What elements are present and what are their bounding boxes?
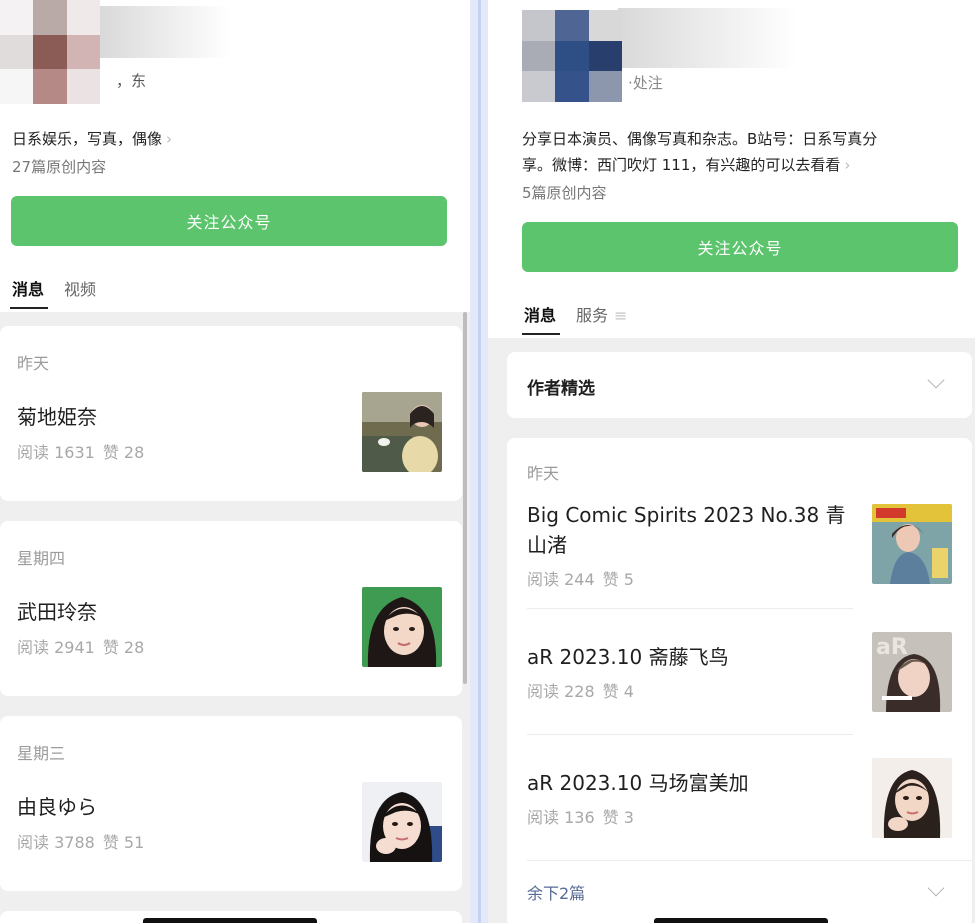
article-title[interactable]: aR 2023.10 马场富美加 [527, 768, 857, 798]
blurred-avatar [0, 0, 100, 104]
follow-status-text: ·处注 [628, 74, 663, 92]
account-bio[interactable]: 分享日本演员、偶像写真和杂志。B站号：日系写真分 享。微博：西门吹灯 111，有… [522, 126, 877, 178]
original-count: 27篇原创内容 [12, 158, 107, 176]
like-count: 赞 28 [102, 443, 145, 462]
article-thumbnail[interactable]: aR [872, 632, 952, 712]
author-picks-title: 作者精选 [527, 379, 595, 399]
magazine-cover: aR [872, 632, 952, 712]
tab-bar: 消息 视频 [9, 276, 96, 309]
thumbnail-photo [362, 392, 442, 472]
article-title[interactable]: 菊地姫奈 [17, 402, 97, 432]
left-account-panel: ，东 日系娱乐，写真，偶像 › 27篇原创内容 关注公众号 消息 视频 昨天 菊地… [0, 0, 470, 923]
original-count: 5篇原创内容 [522, 184, 607, 202]
read-count: 阅读 228 [527, 682, 595, 701]
separator [527, 734, 853, 735]
post-card[interactable]: 昨天 菊地姫奈 阅读 1631 赞 28 [0, 326, 462, 501]
remaining-posts-link[interactable]: 余下2篇 [527, 880, 585, 904]
like-count: 赞 28 [102, 638, 145, 657]
follow-button[interactable]: 关注公众号 [11, 196, 447, 246]
menu-icon: ≡ [614, 306, 628, 325]
blurred-avatar [522, 10, 622, 102]
svg-text:aR: aR [876, 635, 908, 660]
account-bio[interactable]: 日系娱乐，写真，偶像 › [12, 128, 172, 149]
scrollbar[interactable] [463, 312, 467, 684]
tab-services-label: 服务 [576, 306, 609, 325]
chevron-right-icon: › [844, 156, 851, 174]
post-card[interactable]: 星期四 武田玲奈 阅读 2941 赞 28 [0, 521, 462, 696]
day-label: 星期四 [17, 549, 66, 568]
article-stats: 阅读 3788 赞 51 [17, 829, 144, 853]
like-count: 赞 3 [602, 808, 634, 827]
article-thumbnail[interactable] [872, 504, 952, 584]
day-label: 昨天 [17, 354, 50, 373]
chevron-down-icon[interactable] [927, 371, 945, 389]
article-thumbnail[interactable] [872, 758, 952, 838]
like-count: 赞 4 [602, 682, 634, 701]
magazine-cover [872, 504, 952, 584]
thumbnail-photo [872, 758, 952, 838]
region-text: ，东 [116, 72, 147, 90]
article-title[interactable]: 武田玲奈 [17, 597, 97, 627]
separator [527, 608, 853, 609]
article-title[interactable]: aR 2023.10 斋藤飞鸟 [527, 642, 857, 672]
article-thumbnail[interactable] [362, 392, 442, 472]
article-title[interactable]: Big Comic Spirits 2023 No.38 青山渚 [527, 500, 857, 560]
article-stats: 阅读 1631 赞 28 [17, 439, 144, 463]
home-indicator [654, 918, 828, 923]
article-title[interactable]: 由良ゆら [17, 792, 97, 822]
follow-button[interactable]: 关注公众号 [522, 222, 958, 272]
tab-services[interactable]: 服务 ≡ [576, 302, 627, 335]
read-count: 阅读 244 [527, 570, 595, 589]
read-count: 阅读 136 [527, 808, 595, 827]
panel-divider [470, 0, 488, 923]
tab-messages[interactable]: 消息 [9, 276, 49, 309]
thumbnail-photo [362, 587, 442, 667]
read-count: 阅读 3788 [17, 833, 95, 852]
home-indicator [143, 918, 317, 923]
read-count: 阅读 2941 [17, 638, 95, 657]
blurred-account-name [100, 6, 230, 58]
blurred-account-name [618, 8, 798, 68]
article-stats: 阅读 2941 赞 28 [17, 634, 144, 658]
thumbnail-photo [362, 782, 442, 862]
post-list-card: 昨天 Big Comic Spirits 2023 No.38 青山渚 阅读 2… [507, 438, 972, 923]
bio-line: 享。微博：西门吹灯 111，有兴趣的可以去看看 [522, 156, 841, 174]
bio-text: 日系娱乐，写真，偶像 [12, 130, 163, 148]
like-count: 赞 5 [602, 570, 634, 589]
like-count: 赞 51 [102, 833, 145, 852]
day-label: 昨天 [527, 464, 560, 483]
article-stats: 阅读 228 赞 4 [527, 678, 634, 702]
article-thumbnail[interactable] [362, 782, 442, 862]
tab-bar: 消息 服务 ≡ [521, 302, 627, 335]
separator [527, 860, 972, 861]
read-count: 阅读 1631 [17, 443, 95, 462]
tab-messages[interactable]: 消息 [521, 302, 561, 335]
post-card[interactable]: 星期三 由良ゆら 阅读 3788 赞 51 [0, 716, 462, 891]
day-label: 星期三 [17, 744, 66, 763]
chevron-right-icon: › [166, 130, 173, 148]
tab-videos[interactable]: 视频 [64, 276, 96, 309]
right-account-panel: ·处注 分享日本演员、偶像写真和杂志。B站号：日系写真分 享。微博：西门吹灯 1… [488, 0, 975, 923]
article-stats: 阅读 136 赞 3 [527, 804, 634, 828]
bio-line: 分享日本演员、偶像写真和杂志。B站号：日系写真分 [522, 130, 878, 148]
article-thumbnail[interactable] [362, 587, 442, 667]
chevron-down-icon[interactable] [927, 879, 945, 897]
author-picks-card[interactable]: 作者精选 [507, 352, 972, 418]
article-stats: 阅读 244 赞 5 [527, 566, 634, 590]
